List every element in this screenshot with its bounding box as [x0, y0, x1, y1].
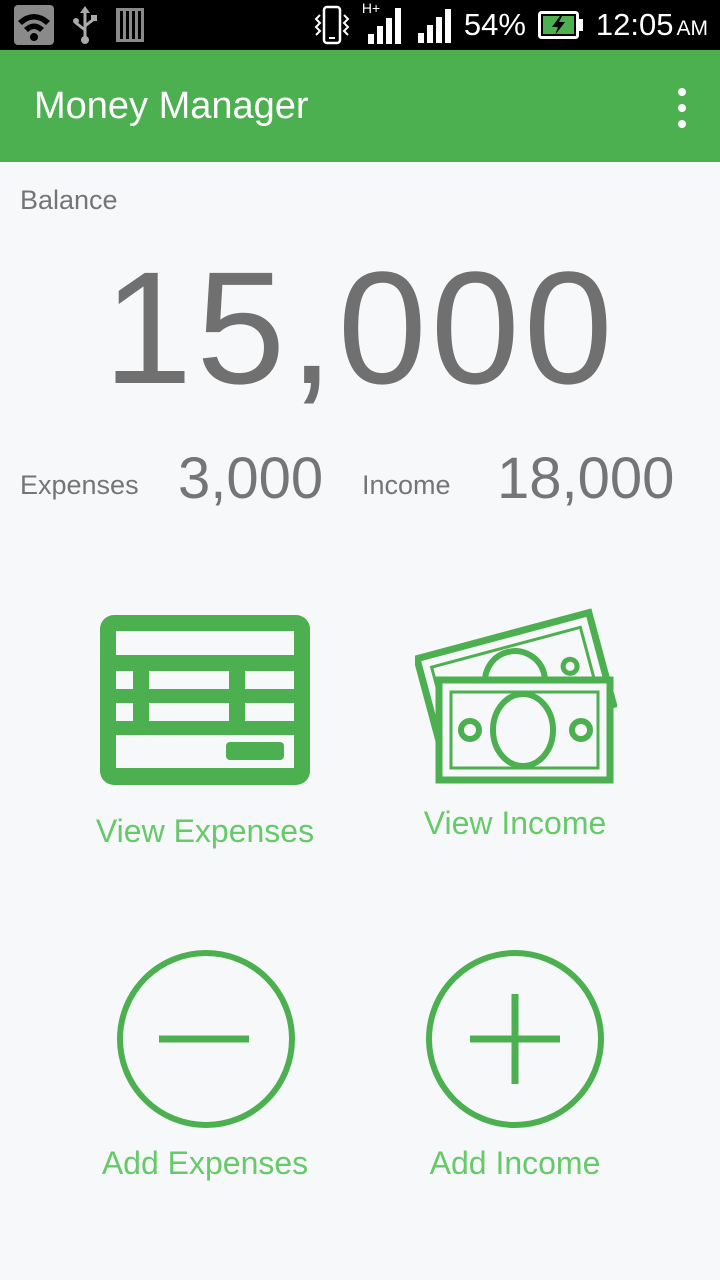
battery-charging-icon — [537, 11, 583, 39]
balance-label: Balance — [20, 185, 118, 215]
battery-percent: 54% — [463, 7, 526, 42]
balance-value: 15,000 — [103, 238, 617, 417]
add-expenses-button[interactable]: Add Expenses — [60, 945, 350, 1195]
app-title: Money Manager — [34, 85, 309, 127]
clock-ampm: AM — [676, 17, 709, 40]
plus-circle-icon — [426, 950, 604, 1128]
minus-circle-icon — [117, 950, 295, 1128]
add-expenses-label: Add Expenses — [101, 1145, 309, 1181]
clock: 12:05 AM — [596, 7, 708, 43]
usb-icon — [73, 6, 97, 44]
overflow-dot — [678, 120, 686, 128]
view-expenses-label: View Expenses — [95, 813, 315, 849]
add-income-button[interactable]: Add Income — [370, 945, 660, 1195]
sd-card-icon — [116, 8, 144, 42]
status-bar-right: H+ 54% 12:05 AM — [314, 0, 708, 50]
money-bills-icon — [415, 608, 617, 784]
expenses-value: 3,000 — [178, 446, 324, 511]
overflow-dot — [678, 88, 686, 96]
overflow-menu-icon[interactable] — [670, 88, 694, 128]
status-bar: H+ 54% 12:05 AM — [0, 0, 720, 50]
view-expenses-button[interactable]: View Expenses — [60, 605, 350, 865]
expense-table-icon — [100, 615, 310, 785]
app-bar: Money Manager — [0, 50, 720, 162]
view-income-label: View Income — [423, 805, 607, 841]
signal-icon — [367, 8, 401, 44]
overflow-dot — [678, 104, 686, 112]
wifi-icon — [14, 5, 54, 45]
clock-time: 12:05 — [595, 7, 674, 42]
status-bar-left — [14, 0, 144, 50]
expenses-label: Expenses — [20, 470, 139, 500]
vibrate-icon — [314, 5, 350, 45]
signal-icon — [417, 9, 451, 43]
view-income-button[interactable]: View Income — [370, 600, 660, 850]
income-label: Income — [362, 470, 451, 500]
income-value: 18,000 — [497, 446, 675, 511]
add-income-label: Add Income — [429, 1145, 601, 1181]
mobile-data-signal: H+ — [362, 0, 404, 46]
